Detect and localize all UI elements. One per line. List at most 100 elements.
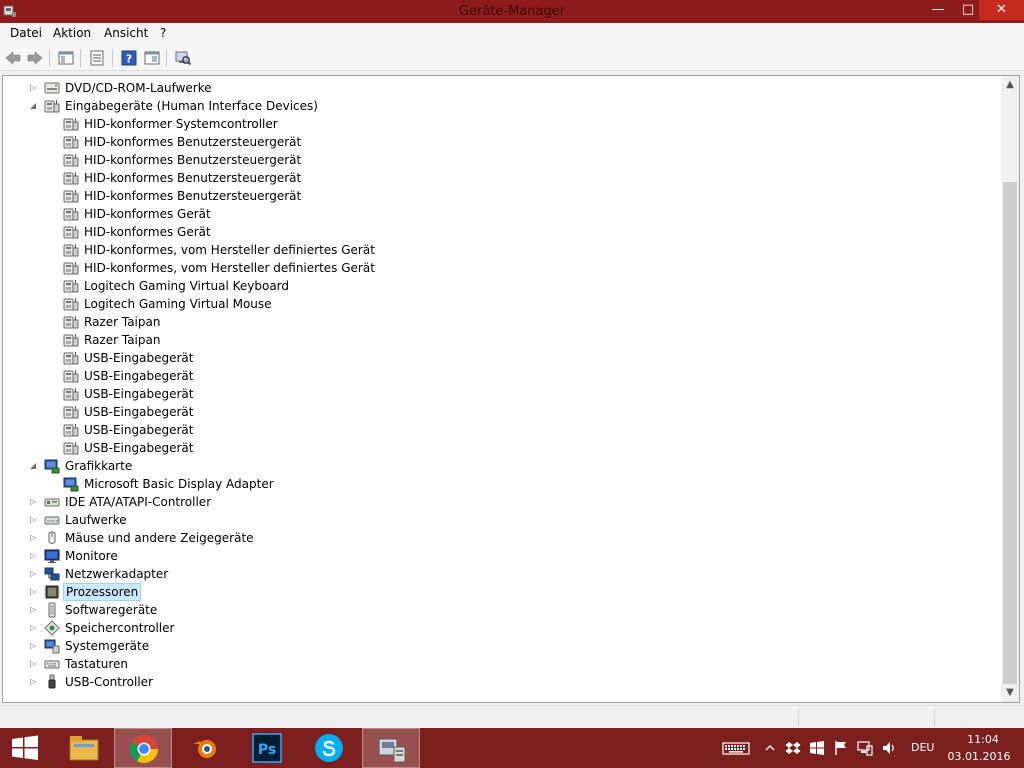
properties-icon[interactable] — [88, 49, 106, 67]
collapsed-arrow-icon[interactable]: ▷ — [30, 673, 40, 691]
tree-item[interactable]: HID-konformes, vom Hersteller definierte… — [3, 259, 983, 277]
device-manager-icon — [378, 738, 406, 763]
input-language[interactable]: DEU — [911, 741, 934, 754]
tree-item[interactable]: Razer Taipan — [3, 313, 983, 331]
collapsed-arrow-icon[interactable]: ▷ — [30, 565, 40, 583]
taskbar-app[interactable] — [114, 728, 172, 768]
tree-item[interactable]: USB-Eingabegerät — [3, 349, 983, 367]
tree-item[interactable]: USB-Eingabegerät — [3, 421, 983, 439]
tree-item[interactable]: HID-konformer Systemcontroller — [3, 115, 983, 133]
toolbar-separator — [80, 49, 81, 67]
tree-item[interactable]: ▷ Monitore — [3, 547, 983, 565]
collapsed-arrow-icon[interactable]: ▷ — [30, 529, 40, 547]
tree-item[interactable]: HID-konformes Benutzersteuergerät — [3, 187, 983, 205]
collapsed-arrow-icon[interactable]: ▷ — [30, 79, 40, 97]
hid-icon — [63, 244, 79, 257]
scrollbar-thumb[interactable] — [1003, 182, 1017, 684]
tree-item[interactable]: Logitech Gaming Virtual Mouse — [3, 295, 983, 313]
tree-item[interactable]: ◢ Eingabegeräte (Human Interface Devices) — [3, 97, 983, 115]
volume-icon[interactable] — [881, 740, 897, 756]
tree-item-label: Razer Taipan — [84, 333, 161, 347]
show-hide-console-tree-icon[interactable] — [57, 49, 75, 67]
menu-help[interactable]: ? — [160, 26, 166, 40]
tree-item[interactable]: ▷ Speichercontroller — [3, 619, 983, 637]
taskbar-app[interactable] — [300, 728, 358, 768]
tree-item[interactable]: USB-Eingabegerät — [3, 403, 983, 421]
collapsed-arrow-icon[interactable]: ▷ — [30, 583, 40, 601]
tree-item[interactable]: USB-Eingabegerät — [3, 385, 983, 403]
expanded-arrow-icon[interactable]: ◢ — [30, 97, 40, 115]
tree-item[interactable]: Razer Taipan — [3, 331, 983, 349]
start-button[interactable] — [0, 728, 50, 768]
network-icon[interactable] — [857, 740, 873, 756]
tree-item[interactable]: Microsoft Basic Display Adapter — [3, 475, 983, 493]
scan-hardware-icon[interactable] — [174, 49, 192, 67]
taskbar-app[interactable]: Ps — [238, 728, 296, 768]
tree-item-label: Softwaregeräte — [65, 603, 158, 617]
hid-icon — [63, 352, 79, 365]
taskbar-app[interactable] — [362, 728, 420, 768]
tree-item[interactable]: ▷ Laufwerke — [3, 511, 983, 529]
hid-icon — [63, 118, 79, 131]
flag-icon[interactable] — [833, 740, 849, 756]
tree-item-label: HID-konformes, vom Hersteller definierte… — [84, 261, 375, 275]
tree-item[interactable]: ▷ Netzwerkadapter — [3, 565, 983, 583]
tree-item-label: Logitech Gaming Virtual Keyboard — [84, 279, 290, 293]
scroll-up-icon[interactable]: ▲ — [1001, 76, 1019, 94]
title-bar[interactable]: Geräte-Manager — □ ✕ — [0, 0, 1024, 23]
tree-item[interactable]: Logitech Gaming Virtual Keyboard — [3, 277, 983, 295]
expanded-arrow-icon[interactable]: ◢ — [30, 457, 40, 475]
view-icon[interactable] — [143, 49, 161, 67]
keyboard-tray-icon[interactable] — [722, 740, 750, 756]
tree-item-label: Tastaturen — [65, 657, 128, 671]
taskbar-app[interactable] — [55, 728, 113, 768]
menu-datei[interactable]: Datei — [10, 26, 42, 40]
collapsed-arrow-icon[interactable]: ▷ — [30, 637, 40, 655]
forward-icon[interactable] — [26, 49, 44, 67]
tree-item[interactable]: ▷ Prozessoren — [3, 583, 983, 601]
tree-item[interactable]: HID-konformes Benutzersteuergerät — [3, 169, 983, 187]
tree-item[interactable]: ▷ Systemgeräte — [3, 637, 983, 655]
device-tree[interactable]: ▷ DVD/CD-ROM-Laufwerke ◢ Eingabegeräte (Hum… — [3, 76, 1001, 702]
tree-item[interactable]: ◢ Grafikkarte — [3, 457, 983, 475]
tree-item-label: Logitech Gaming Virtual Mouse — [84, 297, 272, 311]
collapsed-arrow-icon[interactable]: ▷ — [30, 493, 40, 511]
menu-ansicht[interactable]: Ansicht — [104, 26, 148, 40]
minimize-button[interactable]: — — [919, 0, 957, 20]
scroll-down-icon[interactable]: ▼ — [1001, 684, 1019, 702]
collapsed-arrow-icon[interactable]: ▷ — [30, 619, 40, 637]
dropbox-icon[interactable] — [785, 740, 801, 756]
tree-item[interactable]: ▷ DVD/CD-ROM-Laufwerke — [3, 79, 983, 97]
menu-bar: Datei Aktion Ansicht ? — [0, 23, 1024, 45]
vertical-scrollbar[interactable]: ▲ ▼ — [1001, 76, 1019, 702]
collapsed-arrow-icon[interactable]: ▷ — [30, 547, 40, 565]
tree-item[interactable]: ▷ IDE ATA/ATAPI-Controller — [3, 493, 983, 511]
hid-icon — [63, 370, 79, 383]
tree-item[interactable]: ▷ Tastaturen — [3, 655, 983, 673]
collapsed-arrow-icon[interactable]: ▷ — [30, 601, 40, 619]
chrome-icon — [130, 735, 158, 763]
clock-time[interactable]: 11:04 — [958, 733, 1008, 746]
maximize-button[interactable]: □ — [957, 0, 979, 20]
collapsed-arrow-icon[interactable]: ▷ — [30, 511, 40, 529]
close-button[interactable]: ✕ — [979, 0, 1024, 20]
show-hidden-icons-icon[interactable] — [762, 740, 778, 756]
collapsed-arrow-icon[interactable]: ▷ — [30, 655, 40, 673]
taskbar-app[interactable] — [176, 728, 234, 768]
tree-item[interactable]: ▷ USB-Controller — [3, 673, 983, 691]
tree-item[interactable]: USB-Eingabegerät — [3, 439, 983, 457]
menu-aktion[interactable]: Aktion — [53, 26, 91, 40]
help-icon[interactable]: ? — [120, 49, 138, 67]
windows-icon[interactable] — [809, 740, 825, 756]
tree-item[interactable]: ▷ Softwaregeräte — [3, 601, 983, 619]
photoshop-icon: Ps — [252, 733, 282, 763]
clock-date[interactable]: 03.01.2016 — [944, 750, 1014, 763]
tree-item[interactable]: USB-Eingabegerät — [3, 367, 983, 385]
tree-item[interactable]: HID-konformes Benutzersteuergerät — [3, 133, 983, 151]
tree-item[interactable]: HID-konformes Gerät — [3, 205, 983, 223]
tree-item[interactable]: HID-konformes Gerät — [3, 223, 983, 241]
tree-item[interactable]: HID-konformes Benutzersteuergerät — [3, 151, 983, 169]
back-icon[interactable] — [4, 49, 22, 67]
tree-item[interactable]: HID-konformes, vom Hersteller definierte… — [3, 241, 983, 259]
tree-item[interactable]: ▷ Mäuse und andere Zeigegeräte — [3, 529, 983, 547]
